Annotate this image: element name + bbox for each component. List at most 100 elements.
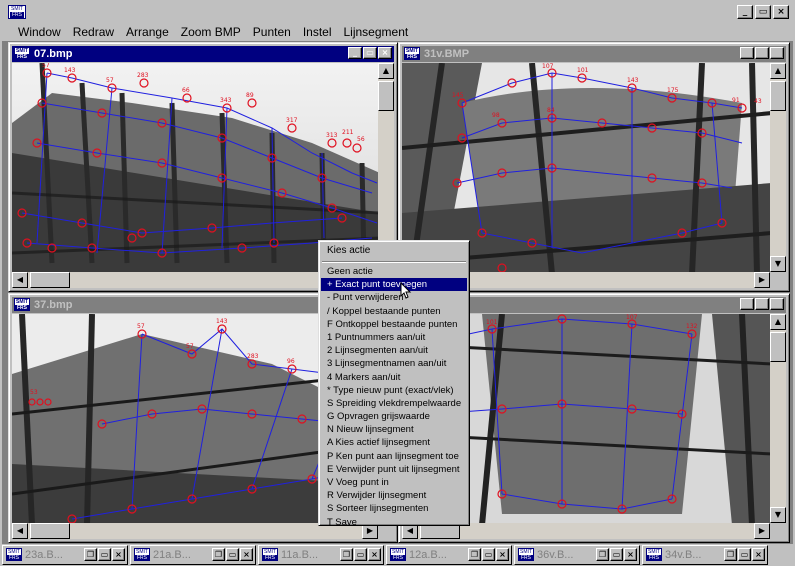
vertical-scrollbar[interactable]: ▲ ▼ [770, 63, 786, 272]
window-logo-icon[interactable]: SMIT FRS [404, 47, 420, 60]
scroll-right-button[interactable]: ▶ [754, 272, 770, 288]
point-label: 53 [30, 389, 38, 396]
menu-window[interactable]: Window [14, 25, 65, 39]
menu-item-nieuw-lijnsegment[interactable]: N Nieuw lijnsegment [321, 423, 467, 436]
menu-item-ontkoppel-punten[interactable]: F Ontkoppel bestaande punten [321, 318, 467, 331]
minimized-window-23a[interactable]: SMIT FRS 23a.B... ❐ ▭ × [2, 545, 128, 565]
menu-item-spreiding[interactable]: S Spreiding vlekdrempelwaarde [321, 397, 467, 410]
window-logo-icon[interactable]: SMIT FRS [14, 298, 30, 311]
maximize-button[interactable]: ▭ [98, 548, 111, 561]
window-close-button[interactable]: × [378, 47, 392, 59]
scroll-up-button[interactable]: ▲ [378, 63, 394, 79]
point-label: 43 [754, 98, 762, 105]
menu-item-lijnsegmenten[interactable]: 2 Lijnsegmenten aan/uit [321, 344, 467, 357]
maximize-button[interactable]: ▭ [738, 548, 751, 561]
app-logo-icon[interactable]: SMIT FRS [8, 5, 26, 19]
point-label: 98 [492, 112, 500, 119]
menu-item-sorteer-lijnsegmenten[interactable]: S Sorteer lijnsegmenten [321, 502, 467, 515]
close-button[interactable]: × [624, 548, 637, 561]
menu-item-verwijder-punt[interactable]: E Verwijder punt uit lijnsegment [321, 463, 467, 476]
menu-zoom-bmp[interactable]: Zoom BMP [177, 25, 245, 39]
restore-button[interactable]: ❐ [596, 548, 609, 561]
menu-item-ken-punt-toe[interactable]: P Ken punt aan lijnsegment toe [321, 450, 467, 463]
window-close-button[interactable]: × [770, 298, 784, 310]
app-minimize-button[interactable]: _ [737, 5, 753, 19]
scroll-left-button[interactable]: ◀ [12, 523, 28, 539]
close-button[interactable]: × [496, 548, 509, 561]
scroll-right-button[interactable]: ▶ [754, 523, 770, 539]
window-title-bar[interactable]: SMIT FRS 07.bmp _ ▭ × [12, 46, 394, 62]
menu-item-geen-actie[interactable]: Geen actie [321, 265, 467, 278]
app-close-button[interactable]: × [773, 5, 789, 19]
window-logo-icon: SMIT FRS [6, 548, 22, 561]
point-label: 143 [216, 318, 228, 325]
window-logo-subtext: FRS [391, 555, 405, 561]
menu-item-exact-punt-toevoegen[interactable]: + Exact punt toevoegen [321, 278, 467, 292]
scroll-left-button[interactable]: ◀ [12, 272, 28, 288]
scroll-thumb[interactable] [770, 81, 786, 111]
scroll-down-button[interactable]: ▼ [770, 507, 786, 523]
menu-item-punt-verwijderen[interactable]: - Punt verwijderen [321, 291, 467, 304]
window-minimize-button[interactable]: _ [740, 298, 754, 310]
maximize-button[interactable]: ▭ [226, 548, 239, 561]
restore-button[interactable]: ❐ [724, 548, 737, 561]
menu-item-koppel-punten[interactable]: / Koppel bestaande punten [321, 305, 467, 318]
minimized-window-12a[interactable]: SMIT FRS 12a.B... ❐ ▭ × [386, 545, 512, 565]
point-label: 66 [182, 87, 190, 94]
window-minimize-button[interactable]: _ [740, 47, 754, 59]
minimized-windows-bar: SMIT FRS 23a.B... ❐ ▭ × SMIT FRS 21a.B... … [0, 544, 795, 566]
close-button[interactable]: × [112, 548, 125, 561]
window-maximize-button[interactable]: ▭ [363, 47, 377, 59]
window-minimize-button[interactable]: _ [348, 47, 362, 59]
minimized-window-36v[interactable]: SMIT FRS 36v.B... ❐ ▭ × [514, 545, 640, 565]
point-label: 107 [542, 63, 554, 70]
close-button[interactable]: × [368, 548, 381, 561]
window-maximize-button[interactable]: ▭ [755, 298, 769, 310]
scroll-down-button[interactable]: ▼ [770, 256, 786, 272]
window-maximize-button[interactable]: ▭ [755, 47, 769, 59]
scroll-thumb[interactable] [770, 332, 786, 362]
close-button[interactable]: × [752, 548, 765, 561]
menu-item-kies-lijnsegment[interactable]: A Kies actief lijnsegment [321, 436, 467, 449]
point-label: 283 [247, 353, 259, 360]
vertical-scrollbar[interactable]: ▲ ▼ [770, 314, 786, 523]
window-close-button[interactable]: × [770, 47, 784, 59]
menu-item-save[interactable]: T Save [321, 516, 467, 529]
menu-instel[interactable]: Instel [299, 25, 336, 39]
restore-button[interactable]: ❐ [84, 548, 97, 561]
window-logo-icon[interactable]: SMIT FRS [14, 47, 30, 60]
scroll-up-button[interactable]: ▲ [770, 314, 786, 330]
restore-button[interactable]: ❐ [340, 548, 353, 561]
menu-item-type-nieuw-punt[interactable]: * Type nieuw punt (exact/vlek) [321, 384, 467, 397]
maximize-button[interactable]: ▭ [482, 548, 495, 561]
menu-item-lijnsegmentnamen[interactable]: 3 Lijnsegmentnamen aan/uit [321, 357, 467, 370]
maximize-button[interactable]: ▭ [610, 548, 623, 561]
app-title-bar[interactable]: SMIT FRS _ ▭ × [2, 2, 793, 22]
minimized-title: 34v.B... [665, 549, 702, 561]
menu-item-markers[interactable]: 4 Markers aan/uit [321, 371, 467, 384]
menu-item-verwijder-lijnsegment[interactable]: R Verwijder lijnsegment [321, 489, 467, 502]
restore-button[interactable]: ❐ [468, 548, 481, 561]
menu-item-puntnummers[interactable]: 1 Puntnummers aan/uit [321, 331, 467, 344]
close-button[interactable]: × [240, 548, 253, 561]
menu-item-voeg-punt-in[interactable]: V Voeg punt in [321, 476, 467, 489]
window-logo-icon: SMIT FRS [646, 548, 662, 561]
scroll-thumb[interactable] [30, 523, 70, 539]
window-caption-buttons: ❐ ▭ × [468, 548, 509, 561]
minimized-window-21a[interactable]: SMIT FRS 21a.B... ❐ ▭ × [130, 545, 256, 565]
menu-redraw[interactable]: Redraw [69, 25, 118, 39]
scroll-thumb[interactable] [378, 81, 394, 111]
maximize-button[interactable]: ▭ [354, 548, 367, 561]
minimized-window-11a[interactable]: SMIT FRS 11a.B... ❐ ▭ × [258, 545, 384, 565]
menu-punten[interactable]: Punten [249, 25, 295, 39]
scroll-thumb[interactable] [30, 272, 70, 288]
restore-button[interactable]: ❐ [212, 548, 225, 561]
menu-item-grijswaarde[interactable]: G Opvragen grijswaarde [321, 410, 467, 423]
point-label: 101 [577, 67, 589, 74]
scroll-up-button[interactable]: ▲ [770, 63, 786, 79]
menu-arrange[interactable]: Arrange [122, 25, 173, 39]
app-maximize-button[interactable]: ▭ [755, 5, 771, 19]
window-title-bar[interactable]: SMIT FRS 31v.BMP _ ▭ × [402, 46, 786, 62]
minimized-window-34v[interactable]: SMIT FRS 34v.B... ❐ ▭ × [642, 545, 768, 565]
menu-lijnsegment[interactable]: Lijnsegment [340, 25, 413, 39]
